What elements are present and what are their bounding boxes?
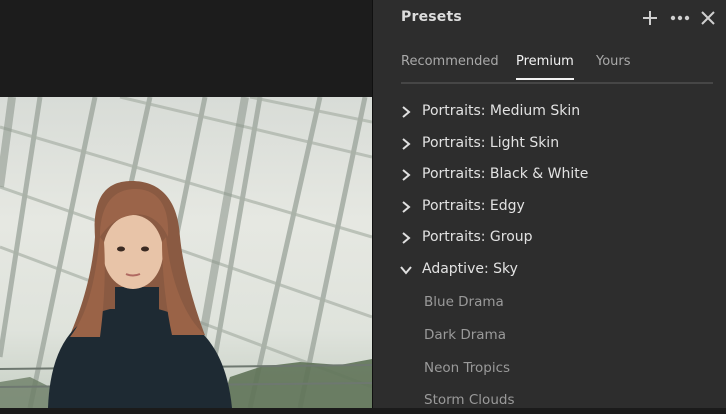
preset-storm-clouds[interactable]: Storm Clouds [373,386,726,414]
panel-title: Presets [401,9,462,25]
preset-label: Dark Drama [424,327,506,343]
group-portraits-light-skin[interactable]: Portraits: Light Skin [373,130,726,158]
tab-yours[interactable]: Yours [596,54,631,78]
group-label: Portraits: Medium Skin [422,103,581,119]
group-portraits-medium-skin[interactable]: Portraits: Medium Skin [373,98,726,126]
chevron-right-icon [402,138,411,150]
portrait-photo [0,97,372,408]
group-label: Portraits: Black & White [422,166,589,182]
group-portraits-edgy[interactable]: Portraits: Edgy [373,193,726,221]
preset-label: Neon Tropics [424,360,511,376]
chevron-right-icon [402,106,411,118]
add-icon[interactable] [640,8,660,28]
presets-panel: Presets Recommended Premium Yours Portra… [373,0,726,408]
group-label: Adaptive: Sky [422,261,518,277]
preset-dark-drama[interactable]: Dark Drama [373,321,726,349]
group-portraits-group[interactable]: Portraits: Group [373,224,726,252]
preset-label: Blue Drama [424,294,504,310]
chevron-right-icon [402,169,411,181]
preset-tabs: Recommended Premium Yours [401,54,713,84]
chevron-down-icon [400,266,412,275]
close-icon[interactable] [698,8,718,28]
preset-blue-drama[interactable]: Blue Drama [373,288,726,316]
group-label: Portraits: Light Skin [422,135,560,151]
preset-label: Storm Clouds [424,392,515,408]
group-portraits-black-white[interactable]: Portraits: Black & White [373,161,726,189]
more-icon[interactable] [670,8,690,28]
chevron-right-icon [402,201,411,213]
group-label: Portraits: Edgy [422,198,525,214]
tab-recommended[interactable]: Recommended [401,54,499,78]
group-label: Portraits: Group [422,229,533,245]
group-adaptive-sky[interactable]: Adaptive: Sky [373,256,726,284]
tab-premium[interactable]: Premium [516,54,574,80]
photo-canvas[interactable] [0,0,372,408]
preset-neon-tropics[interactable]: Neon Tropics [373,354,726,382]
chevron-right-icon [402,232,411,244]
